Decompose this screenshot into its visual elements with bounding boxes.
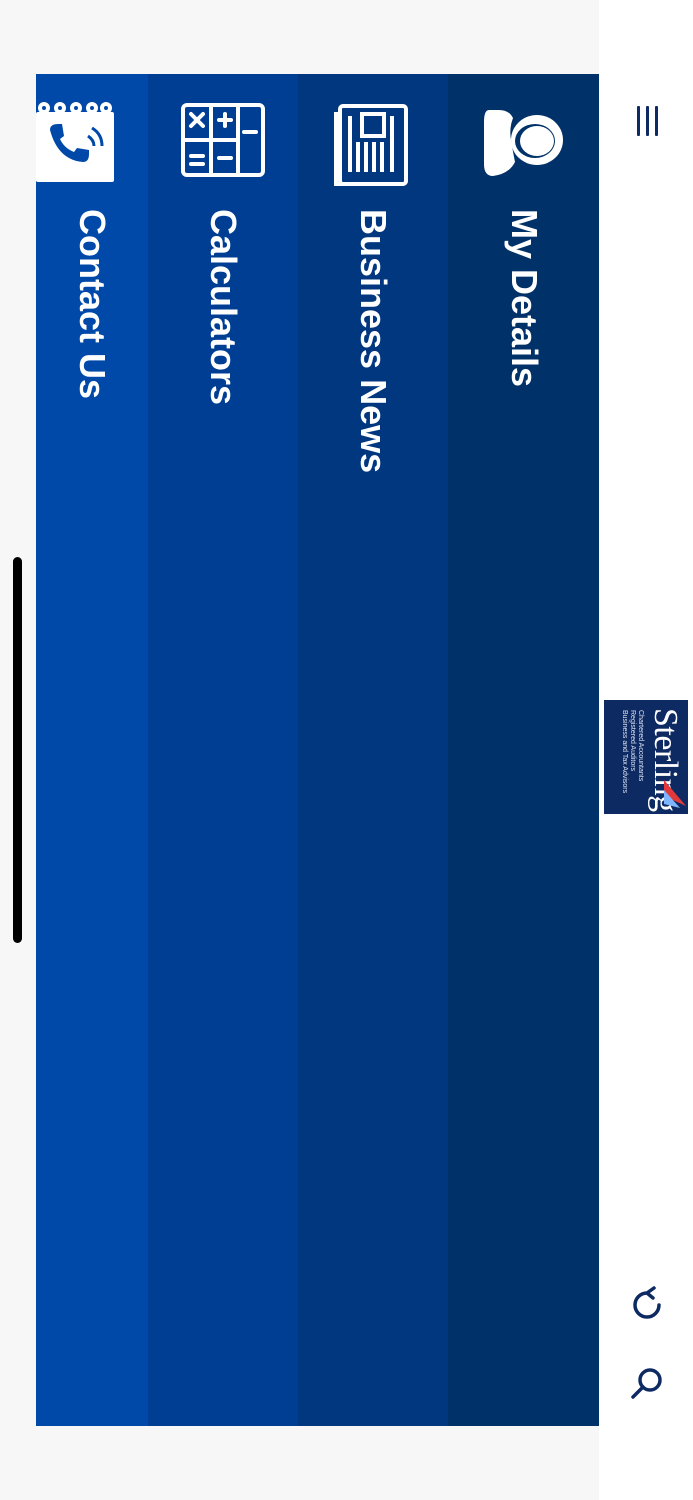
newspaper-icon	[334, 104, 408, 186]
hamburger-menu-icon[interactable]	[625, 95, 669, 147]
sterling-logo: Sterling Chartered Accountants Registere…	[604, 700, 688, 814]
menu-tile-my-details[interactable]: My Details	[448, 74, 599, 1426]
home-indicator[interactable]	[13, 557, 22, 943]
main-menu-grid: My Details Business News Calculators Con…	[36, 74, 599, 1426]
logo-line-2: Registered Auditors	[629, 710, 636, 772]
logo-line-1: Chartered Accountants	[637, 710, 644, 782]
user-profile-icon	[483, 110, 563, 176]
menu-label-calculators: Calculators	[203, 209, 244, 406]
phone-icon	[36, 102, 114, 182]
calculator-icon	[181, 103, 265, 177]
search-icon[interactable]	[626, 1362, 668, 1404]
menu-label-my-details: My Details	[503, 209, 545, 388]
menu-label-business-news: Business News	[353, 209, 394, 474]
menu-tile-calculators[interactable]: Calculators	[148, 74, 298, 1426]
menu-tile-contact-us[interactable]: Contact Us	[36, 74, 148, 1426]
logo-swoosh-icon	[664, 780, 686, 808]
refresh-icon[interactable]	[626, 1284, 668, 1326]
menu-label-contact-us: Contact Us	[72, 209, 113, 400]
menu-tile-business-news[interactable]: Business News	[298, 74, 448, 1426]
logo-line-3: Business and Tax Advisors	[621, 710, 628, 794]
